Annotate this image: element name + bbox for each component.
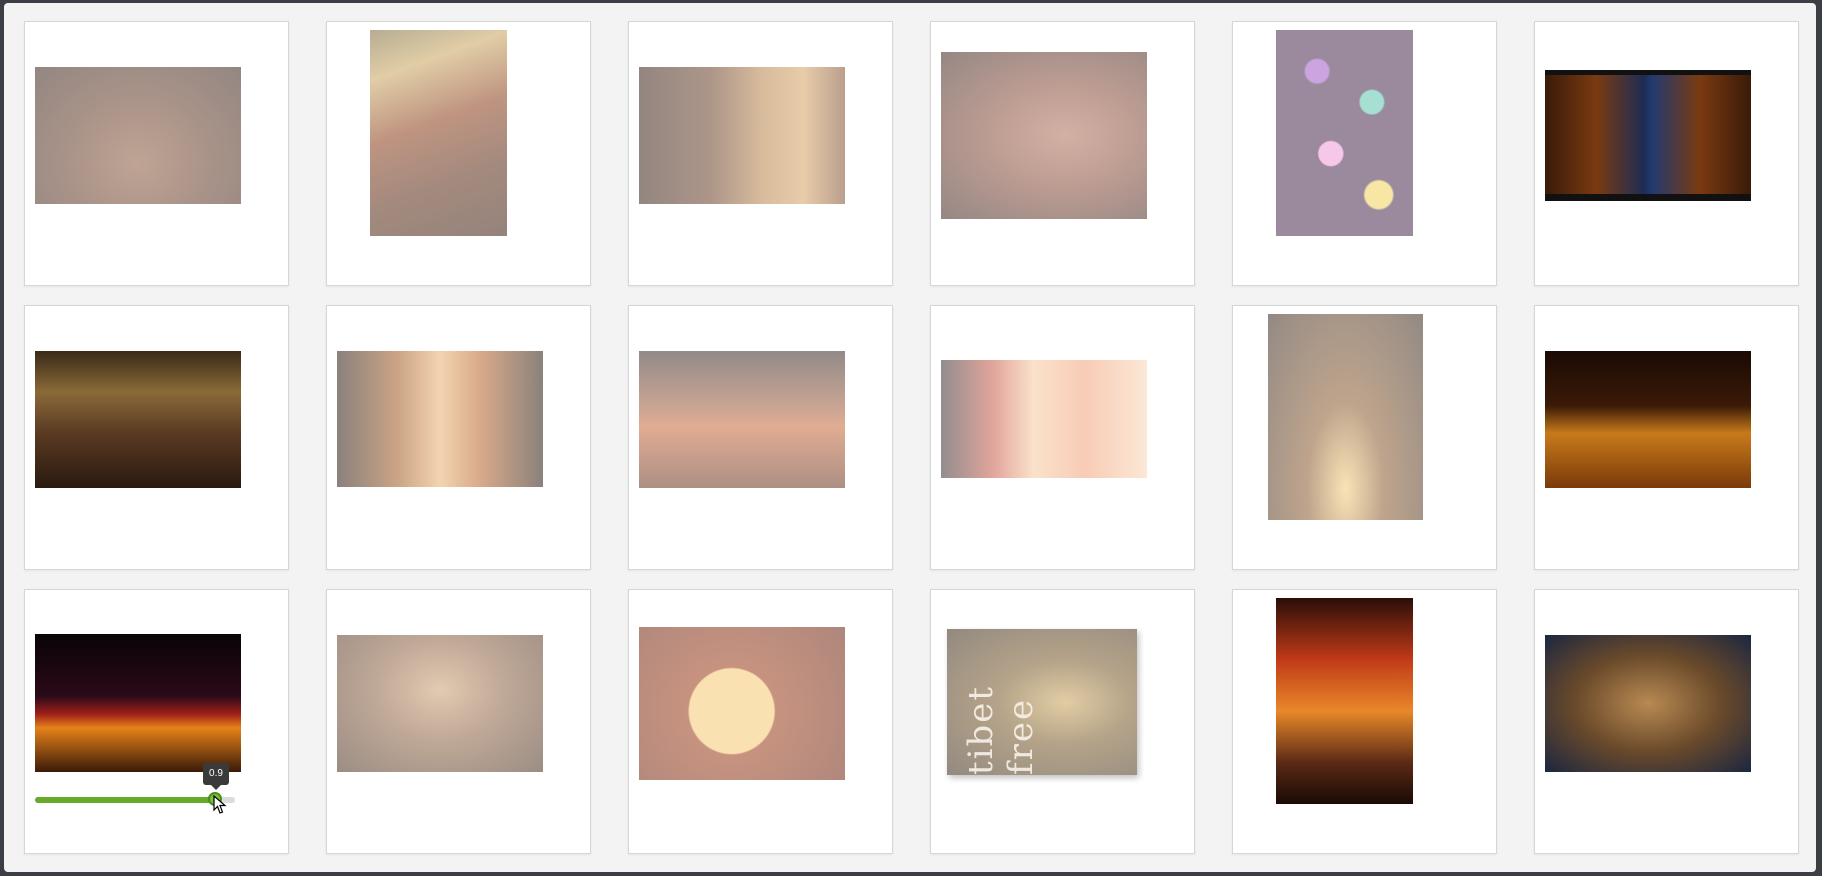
photo-ivy[interactable] xyxy=(1268,314,1423,520)
gallery-stage: 0.9 tibet free xyxy=(4,3,1816,872)
photo-card-ivy[interactable] xyxy=(1232,305,1497,570)
photo-bike[interactable] xyxy=(639,351,845,488)
photo-sun[interactable] xyxy=(941,360,1147,478)
photo-cube[interactable] xyxy=(639,627,845,780)
photo-face[interactable] xyxy=(941,52,1147,219)
photo-card-buddha[interactable]: tibet free xyxy=(930,589,1195,854)
photo-watermark-text: tibet free xyxy=(961,684,1041,775)
photo-ship[interactable] xyxy=(1545,635,1751,772)
photo-forest[interactable] xyxy=(337,351,543,487)
slider-fill xyxy=(35,797,215,803)
photo-card-alley[interactable] xyxy=(1534,21,1799,286)
photo-card-ship[interactable] xyxy=(1534,589,1799,854)
photo-spices[interactable] xyxy=(370,30,507,236)
photo-pub[interactable] xyxy=(35,67,241,204)
photo-card-forest[interactable] xyxy=(326,305,591,570)
photo-card-sun[interactable] xyxy=(930,305,1195,570)
photo-bokeh[interactable] xyxy=(1276,30,1413,236)
photo-card-spices[interactable] xyxy=(326,21,591,286)
photo-card-library[interactable] xyxy=(24,305,289,570)
mouse-pointer-icon xyxy=(213,795,227,814)
photo-bridge[interactable] xyxy=(35,634,241,772)
photo-alley[interactable] xyxy=(1545,70,1751,201)
photo-grid: 0.9 tibet free xyxy=(24,21,1799,854)
photo-card-cube[interactable] xyxy=(628,589,893,854)
photo-card-face[interactable] xyxy=(930,21,1195,286)
photo-card-woman[interactable] xyxy=(628,21,893,286)
photo-card-bokeh[interactable] xyxy=(1232,21,1497,286)
photo-woman[interactable] xyxy=(639,67,845,204)
slider-value-tooltip: 0.9 xyxy=(203,763,229,790)
photo-card-bridge[interactable]: 0.9 xyxy=(24,589,289,854)
photo-auditorium[interactable] xyxy=(337,635,543,772)
photo-library[interactable] xyxy=(35,351,241,488)
opacity-slider[interactable]: 0.9 xyxy=(35,763,235,814)
photo-card-highway[interactable] xyxy=(1534,305,1799,570)
photo-card-auditorium[interactable] xyxy=(326,589,591,854)
photo-card-rain[interactable] xyxy=(1232,589,1497,854)
photo-card-pub[interactable] xyxy=(24,21,289,286)
photo-card-bike[interactable] xyxy=(628,305,893,570)
photo-rain[interactable] xyxy=(1276,598,1413,804)
photo-buddha[interactable]: tibet free xyxy=(947,629,1137,775)
photo-highway[interactable] xyxy=(1545,351,1751,488)
